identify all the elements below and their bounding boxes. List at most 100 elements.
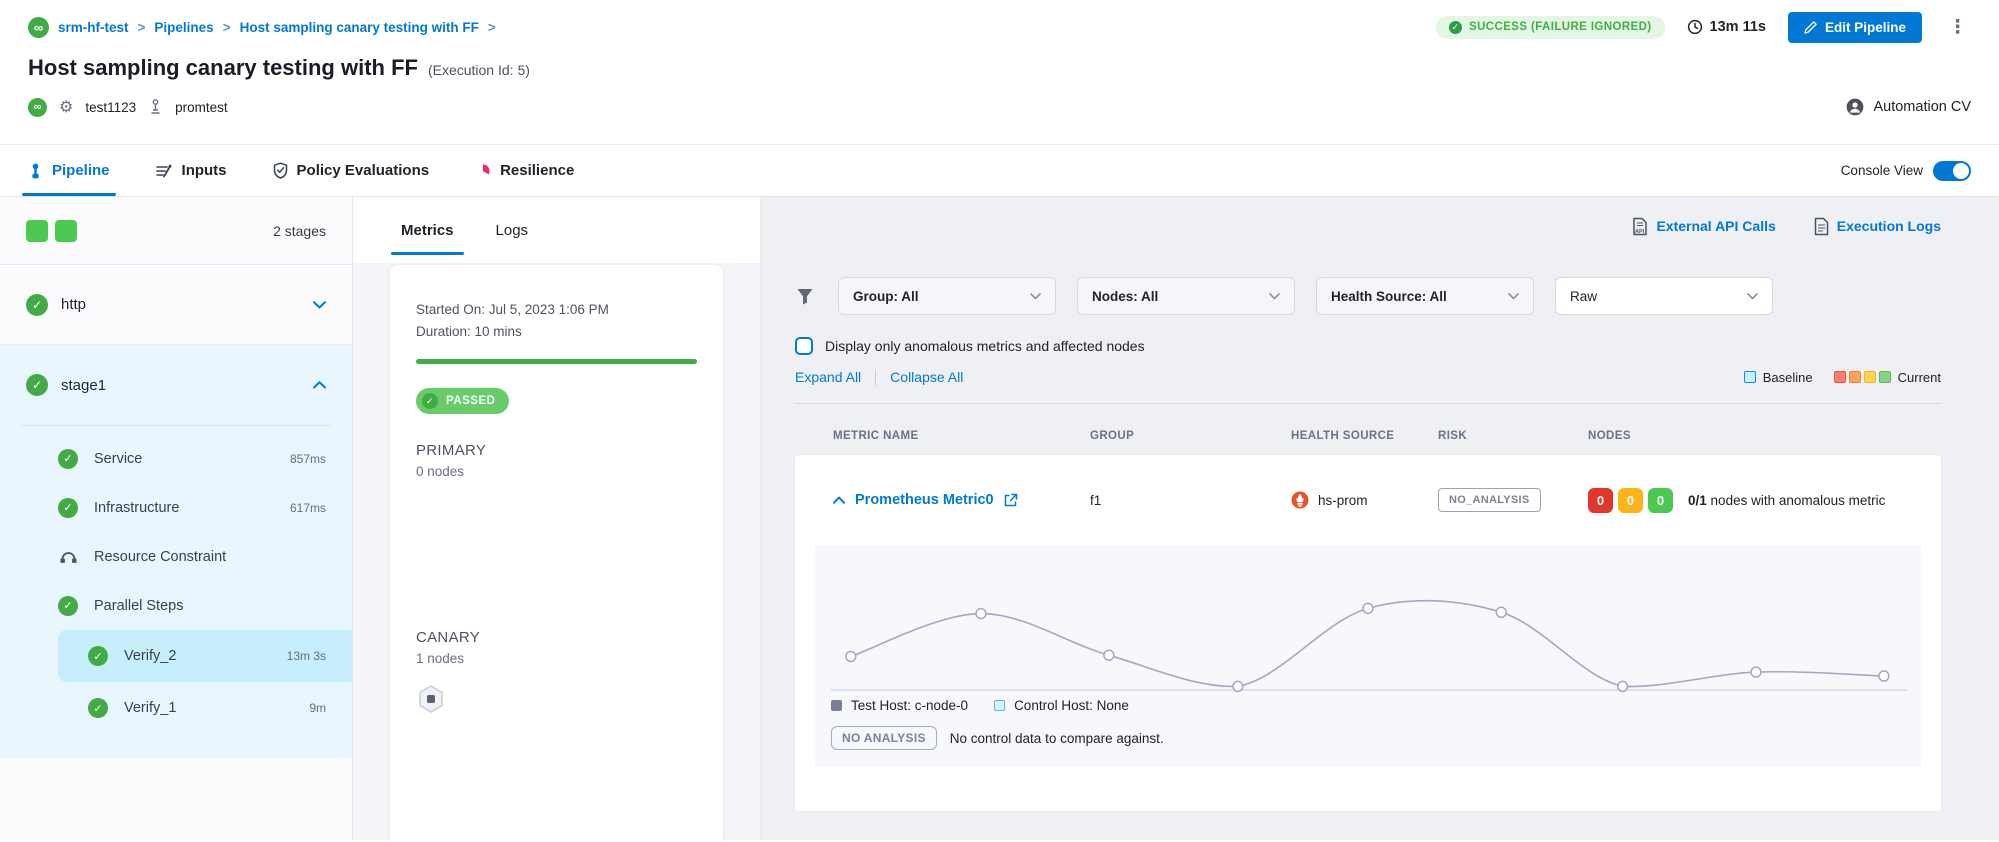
divider bbox=[875, 369, 876, 385]
success-check-icon: ✓ bbox=[58, 449, 78, 469]
status-badge-label: SUCCESS (FAILURE IGNORED) bbox=[1469, 21, 1652, 33]
verification-duration: Duration: 10 mins bbox=[416, 321, 697, 343]
tab-inputs[interactable]: Inputs bbox=[156, 145, 227, 196]
tab-logs[interactable]: Logs bbox=[496, 197, 529, 263]
passed-badge: ✓ PASSED bbox=[416, 388, 509, 414]
col-nodes: NODES bbox=[1588, 430, 1903, 442]
external-link-icon[interactable] bbox=[1004, 493, 1018, 507]
chevron-down-icon bbox=[1030, 293, 1041, 300]
breadcrumb-separator: > bbox=[138, 20, 146, 35]
stage1-group: ✓ stage1 ✓ Service 857ms ✓ Infrastructur… bbox=[0, 345, 352, 758]
collapse-metric-chevron-up-icon[interactable] bbox=[833, 496, 845, 504]
metric-group: f1 bbox=[1090, 493, 1291, 508]
success-check-icon: ✓ bbox=[26, 294, 48, 316]
console-view-label: Console View bbox=[1841, 163, 1923, 178]
success-check-icon: ✓ bbox=[88, 646, 108, 666]
resource-constraint-icon bbox=[58, 548, 78, 565]
execution-id: (Execution Id: 5) bbox=[428, 62, 530, 78]
group-filter-dropdown[interactable]: Group: All bbox=[838, 277, 1056, 315]
chevron-down-icon bbox=[1747, 293, 1758, 300]
red-node-count: 0 bbox=[1588, 488, 1613, 513]
tab-policy-evaluations[interactable]: Policy Evaluations bbox=[273, 145, 430, 196]
metric-card: Prometheus Metric0 f1 hs-prom NO_ANALYSI… bbox=[795, 455, 1941, 811]
stages-summary: 2 stages bbox=[0, 197, 352, 265]
service-gear-icon: ⚙ bbox=[59, 97, 73, 117]
shield-check-icon bbox=[273, 162, 288, 179]
sidebar-stage-stage1[interactable]: ✓ stage1 bbox=[0, 345, 352, 425]
logs-document-icon bbox=[1814, 217, 1829, 236]
user-icon bbox=[1846, 98, 1864, 116]
success-check-icon: ✓ bbox=[58, 498, 78, 518]
stage-square-icon bbox=[55, 220, 77, 242]
service-tag[interactable]: test1123 bbox=[85, 100, 136, 115]
more-options-menu-icon[interactable]: ⋮ bbox=[1944, 16, 1971, 39]
current-label: Current bbox=[1898, 370, 1941, 385]
nodes-filter-dropdown[interactable]: Nodes: All bbox=[1077, 277, 1295, 315]
chevron-down-icon[interactable] bbox=[313, 301, 326, 309]
metric-chart-svg[interactable] bbox=[827, 559, 1911, 694]
success-check-icon: ✓ bbox=[422, 393, 438, 409]
execution-tabbar: Pipeline Inputs Policy Evaluations Resil… bbox=[0, 145, 1999, 197]
status-badge: ✓ SUCCESS (FAILURE IGNORED) bbox=[1436, 16, 1665, 39]
external-api-calls-link[interactable]: API External API Calls bbox=[1632, 217, 1775, 236]
canary-node-count: 1 nodes bbox=[416, 651, 697, 666]
harness-logo-icon: ∞ bbox=[28, 17, 49, 38]
current-yellow-swatch bbox=[1864, 371, 1876, 383]
stage-square-icon bbox=[26, 220, 48, 242]
health-source-name: hs-prom bbox=[1318, 493, 1368, 508]
control-host-swatch bbox=[994, 700, 1005, 711]
primary-title: PRIMARY bbox=[416, 442, 697, 459]
tab-metrics[interactable]: Metrics bbox=[401, 197, 454, 263]
expand-all-link[interactable]: Expand All bbox=[795, 369, 861, 385]
verification-console: Metrics Logs Started On: Jul 5, 2023 1:0… bbox=[353, 197, 761, 840]
environment-icon bbox=[148, 99, 163, 115]
verification-summary-card: Started On: Jul 5, 2023 1:06 PM Duration… bbox=[390, 265, 723, 842]
health-source-filter-dropdown[interactable]: Health Source: All bbox=[1316, 277, 1534, 315]
breadcrumb-pipeline-name[interactable]: Host sampling canary testing with FF bbox=[240, 20, 479, 35]
console-view-toggle[interactable] bbox=[1933, 161, 1971, 181]
step-resource-constraint[interactable]: Resource Constraint bbox=[0, 532, 352, 581]
control-host-label: Control Host: None bbox=[1014, 698, 1129, 713]
step-infrastructure[interactable]: ✓ Infrastructure 617ms bbox=[0, 483, 352, 532]
breadcrumb-separator: > bbox=[223, 20, 231, 35]
stage-count: 2 stages bbox=[273, 223, 326, 239]
canary-node-hexagon[interactable] bbox=[416, 684, 697, 714]
filter-funnel-icon bbox=[795, 287, 815, 306]
collapse-all-link[interactable]: Collapse All bbox=[890, 369, 963, 385]
triggered-by-name: Automation CV bbox=[1873, 99, 1971, 115]
step-verify-2[interactable]: ✓ Verify_2 13m 3s bbox=[58, 630, 352, 682]
sidebar-stage-http[interactable]: ✓ http bbox=[0, 265, 352, 345]
success-check-icon: ✓ bbox=[58, 596, 78, 616]
current-red-swatch bbox=[1834, 371, 1846, 383]
tab-resilience[interactable]: Resilience bbox=[475, 145, 574, 196]
anomalous-only-checkbox[interactable] bbox=[795, 337, 813, 355]
baseline-label: Baseline bbox=[1763, 370, 1813, 385]
chart-color-legend: Baseline Current bbox=[1744, 370, 1941, 385]
canary-title: CANARY bbox=[416, 629, 697, 646]
divider bbox=[20, 425, 332, 426]
no-analysis-reason: No control data to compare against. bbox=[950, 731, 1164, 746]
success-check-icon: ✓ bbox=[26, 374, 48, 396]
chevron-up-icon[interactable] bbox=[313, 381, 326, 389]
chevron-down-icon bbox=[1269, 293, 1280, 300]
metric-name-link[interactable]: Prometheus Metric0 bbox=[855, 492, 994, 508]
api-document-icon: API bbox=[1632, 217, 1648, 236]
execution-logs-link[interactable]: Execution Logs bbox=[1814, 217, 1941, 236]
col-risk: RISK bbox=[1438, 430, 1588, 442]
svg-text:API: API bbox=[1635, 229, 1645, 235]
breadcrumb-pipelines[interactable]: Pipelines bbox=[154, 20, 213, 35]
breadcrumb-project[interactable]: srm-hf-test bbox=[58, 20, 129, 35]
pipeline-icon bbox=[28, 163, 43, 179]
tab-pipeline[interactable]: Pipeline bbox=[28, 145, 110, 196]
resilience-chaos-icon bbox=[475, 163, 491, 179]
baseline-swatch bbox=[1744, 371, 1756, 383]
step-verify-1[interactable]: ✓ Verify_1 9m bbox=[58, 682, 352, 734]
data-mode-dropdown[interactable]: Raw bbox=[1555, 277, 1773, 315]
step-parallel-steps[interactable]: ✓ Parallel Steps bbox=[0, 581, 352, 630]
prometheus-icon bbox=[1291, 491, 1309, 509]
step-service[interactable]: ✓ Service 857ms bbox=[0, 434, 352, 483]
environment-tag[interactable]: promtest bbox=[175, 100, 228, 115]
anomalous-nodes-summary: 0/1 nodes with anomalous metric bbox=[1688, 491, 1906, 510]
edit-pipeline-button[interactable]: Edit Pipeline bbox=[1788, 12, 1922, 43]
divider bbox=[795, 403, 1941, 404]
